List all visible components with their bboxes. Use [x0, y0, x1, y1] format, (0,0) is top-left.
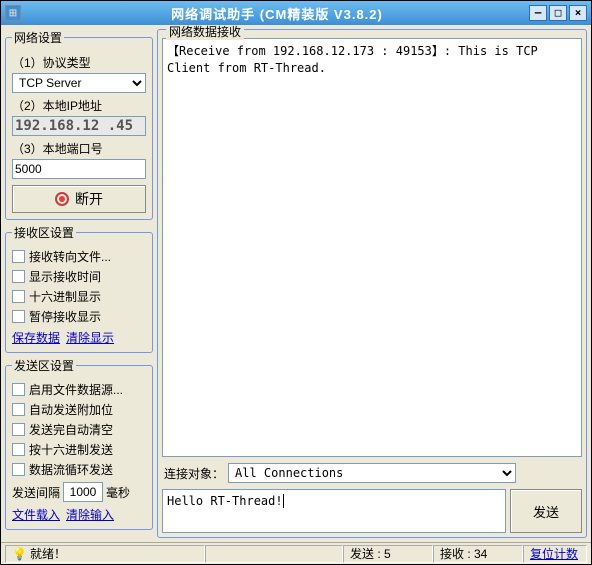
recv-textarea[interactable]: 【Receive from 192.168.12.173 : 49153】: T… — [162, 38, 582, 457]
recv-opt-2[interactable]: 十六进制显示 — [12, 288, 146, 305]
checkbox-icon — [12, 463, 25, 476]
interval-row: 发送间隔 毫秒 — [12, 482, 146, 502]
content-area: 网络设置 （1）协议类型 TCP Server （2）本地IP地址 （3）本地端… — [1, 25, 591, 542]
recv-area-legend: 网络数据接收 — [166, 25, 244, 40]
interval-input[interactable] — [63, 482, 103, 502]
right-panel: 网络数据接收 【Receive from 192.168.12.173 : 49… — [157, 29, 587, 538]
recv-opt-3[interactable]: 暂停接收显示 — [12, 308, 146, 325]
network-settings-group: 网络设置 （1）协议类型 TCP Server （2）本地IP地址 （3）本地端… — [5, 29, 153, 220]
send-opt-4[interactable]: 数据流循环发送 — [12, 461, 146, 478]
port-label: （3）本地端口号 — [12, 140, 146, 157]
send-opt-2[interactable]: 发送完自动清空 — [12, 421, 146, 438]
minimize-button[interactable]: – — [529, 5, 547, 21]
title-bar: ⊞ 网络调试助手 (CM精装版 V3.8.2) – □ × — [1, 1, 591, 25]
network-settings-legend: 网络设置 — [12, 29, 64, 46]
connection-row: 连接对象： All Connections — [162, 461, 582, 485]
checkbox-icon — [12, 403, 25, 416]
interval-label: 发送间隔 — [12, 484, 60, 501]
save-data-link[interactable]: 保存数据 — [12, 329, 60, 346]
status-bar: 💡 就绪！ 发送 : 5 接收 : 34 复位计数 — [1, 542, 591, 564]
checkbox-icon — [12, 270, 25, 283]
protocol-label: （1）协议类型 — [12, 54, 146, 71]
protocol-select[interactable]: TCP Server — [12, 73, 146, 93]
clear-input-link[interactable]: 清除输入 — [66, 506, 114, 523]
clear-display-link[interactable]: 清除显示 — [66, 329, 114, 346]
app-icon: ⊞ — [5, 5, 21, 21]
connection-select[interactable]: All Connections — [228, 463, 516, 483]
maximize-button[interactable]: □ — [549, 5, 567, 21]
file-load-link[interactable]: 文件载入 — [12, 506, 60, 523]
recv-settings-legend: 接收区设置 — [12, 224, 76, 241]
send-textarea[interactable]: Hello RT-Thread! — [162, 489, 506, 533]
send-settings-group: 发送区设置 启用文件数据源... 自动发送附加位 发送完自动清空 按十六进制发送… — [5, 357, 153, 530]
checkbox-icon — [12, 250, 25, 263]
interval-unit: 毫秒 — [106, 484, 130, 501]
send-settings-legend: 发送区设置 — [12, 357, 76, 374]
ip-label: （2）本地IP地址 — [12, 97, 146, 114]
left-panel: 网络设置 （1）协议类型 TCP Server （2）本地IP地址 （3）本地端… — [5, 29, 153, 538]
status-spacer — [205, 545, 343, 563]
close-button[interactable]: × — [569, 5, 587, 21]
disconnect-button[interactable]: 断开 — [12, 185, 146, 213]
checkbox-icon — [12, 290, 25, 303]
send-links: 文件载入 清除输入 — [12, 506, 146, 523]
status-ready: 💡 就绪！ — [5, 545, 205, 563]
recv-links: 保存数据 清除显示 — [12, 329, 146, 346]
checkbox-icon — [12, 310, 25, 323]
send-opt-3[interactable]: 按十六进制发送 — [12, 441, 146, 458]
send-opt-1[interactable]: 自动发送附加位 — [12, 401, 146, 418]
send-button[interactable]: 发送 — [510, 489, 582, 533]
window-buttons: – □ × — [529, 5, 587, 21]
checkbox-icon — [12, 443, 25, 456]
recv-opt-0[interactable]: 接收转向文件... — [12, 248, 146, 265]
lightbulb-icon: 💡 — [12, 547, 26, 561]
record-icon — [55, 192, 69, 206]
recv-settings-group: 接收区设置 接收转向文件... 显示接收时间 十六进制显示 暂停接收显示 保存数… — [5, 224, 153, 353]
send-row: Hello RT-Thread! 发送 — [162, 489, 582, 533]
status-send-count: 发送 : 5 — [343, 545, 433, 563]
port-input[interactable] — [12, 159, 146, 179]
connection-label: 连接对象： — [164, 465, 224, 482]
window-title: 网络调试助手 (CM精装版 V3.8.2) — [25, 4, 529, 23]
disconnect-button-label: 断开 — [75, 189, 103, 209]
recv-area-group: 网络数据接收 【Receive from 192.168.12.173 : 49… — [157, 29, 587, 538]
ip-input[interactable] — [12, 116, 146, 136]
checkbox-icon — [12, 423, 25, 436]
checkbox-icon — [12, 383, 25, 396]
recv-opt-1[interactable]: 显示接收时间 — [12, 268, 146, 285]
reset-count-button[interactable]: 复位计数 — [523, 545, 587, 563]
status-recv-count: 接收 : 34 — [433, 545, 523, 563]
app-window: ⊞ 网络调试助手 (CM精装版 V3.8.2) – □ × 网络设置 （1）协议… — [0, 0, 592, 565]
send-opt-0[interactable]: 启用文件数据源... — [12, 381, 146, 398]
